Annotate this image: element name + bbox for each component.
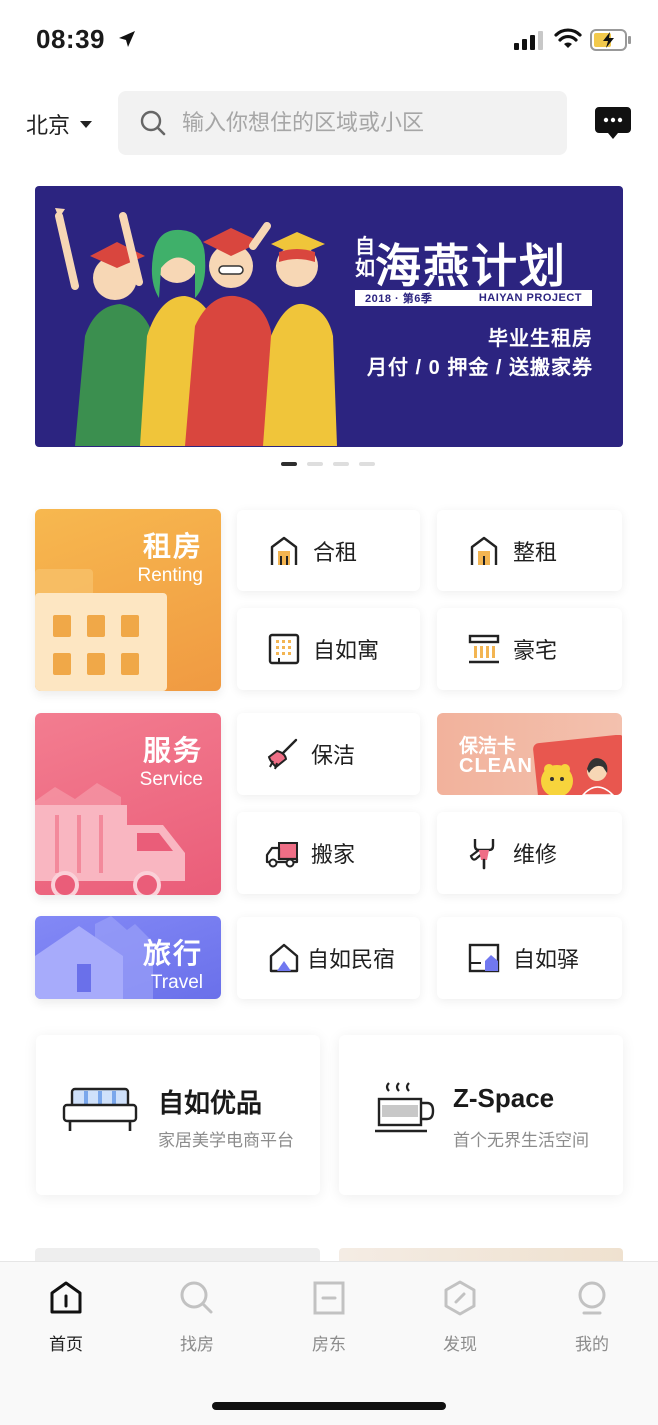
battery-charging-icon [590,29,631,51]
city-label: 北京 [26,113,71,138]
tile-cleaning-label: 保洁 [311,743,356,768]
tile-cleaning[interactable]: 保洁 [237,713,420,795]
promo-z-space-title: Z-Space [453,1083,555,1113]
landlord-icon [313,1281,345,1315]
search-bar[interactable] [118,91,567,155]
tile-inn-label: 自如驿 [513,947,580,972]
truck-icon [265,842,299,868]
category-renting[interactable]: 租房 Renting [35,509,221,691]
status-time: 08:39 [36,24,105,54]
house-icon [470,536,498,565]
category-service-title: 服务 [142,735,203,766]
category-travel-title: 旅行 [142,938,203,969]
broom-icon [267,738,298,770]
coffee-cup-icon [375,1082,435,1133]
building-illustration [35,569,167,691]
banner-page-indicator [281,462,375,466]
promo-ziroom-goods-subtitle: 家居美学电商平台 [158,1131,294,1150]
clean-card-subtitle: CLEAN [459,755,533,777]
banner-title: 海燕计划 [375,240,567,292]
page-dot [359,462,375,466]
tile-whole-rent[interactable]: 整租 [437,510,622,591]
search-input[interactable] [182,110,542,136]
tab-home-label: 首页 [49,1335,83,1354]
category-service[interactable]: 服务 Service [35,713,221,895]
search-icon [140,110,166,136]
category-renting-title: 租房 [142,531,203,562]
tile-moving[interactable]: 搬家 [237,812,420,894]
tab-home[interactable]: 首页 [0,1262,132,1372]
page-dot [281,462,297,466]
tab-discover-label: 发现 [443,1335,477,1354]
tile-homestay[interactable]: 自如民宿 [237,917,420,999]
tile-mansion-label: 豪宅 [513,638,558,663]
tile-ziroom-apartment[interactable]: 自如寓 [237,608,420,690]
promo-ziroom-goods-title: 自如优品 [158,1088,263,1118]
home-indicator [212,1402,446,1410]
banner-line-2: 月付 / 0 押金 / 送搬家券 [366,357,593,379]
promo-ziroom-goods[interactable]: 自如优品 家居美学电商平台 [36,1035,320,1195]
tile-whole-rent-label: 整租 [513,539,558,565]
tile-ziroom-apartment-label: 自如寓 [313,638,380,663]
profile-icon [578,1281,606,1315]
promo-banner[interactable]: 自如 海燕计划 2018 · 第6季 HAIYAN PROJECT 毕业生租房 … [35,186,623,447]
home-icon [50,1281,82,1314]
discover-icon [444,1280,476,1316]
page-dot [307,462,323,466]
banner-strip-right: HAIYAN PROJECT [478,292,582,304]
tab-landlord-label: 房东 [312,1335,346,1354]
category-service-subtitle: Service [139,769,203,790]
chevron-down-icon [80,120,93,128]
banner-strip: 2018 · 第6季 HAIYAN PROJECT [355,290,592,306]
banner-strip-left: 2018 · 第6季 [365,293,433,305]
tab-find-house[interactable]: 找房 [131,1262,263,1372]
category-renting-subtitle: Renting [137,565,204,586]
banner-brand: 自如 [355,236,375,280]
tile-repair[interactable]: 维修 [437,812,622,894]
banner-line-1: 毕业生租房 [488,328,593,350]
city-selector[interactable]: 北京 [26,108,93,140]
tile-mansion[interactable]: 豪宅 [437,608,622,690]
tile-shared-rent[interactable]: 合租 [237,510,420,591]
wrench-icon [469,839,495,870]
clean-card-title: 保洁卡 [459,736,517,757]
moving-truck-illustration [35,783,185,895]
page-dot [333,462,349,466]
message-icon[interactable] [594,105,632,141]
cellular-signal-icon [514,31,543,50]
category-travel[interactable]: 旅行 Travel [35,916,221,999]
search-icon [180,1281,213,1314]
tab-profile[interactable]: 我的 [526,1262,658,1372]
wifi-icon [554,28,582,48]
inn-icon [468,943,500,973]
tile-repair-label: 维修 [513,842,558,867]
tile-inn[interactable]: 自如驿 [437,917,622,999]
clean-card-promo[interactable]: 保洁卡 CLEAN [437,713,622,795]
promo-z-space[interactable]: Z-Space 首个无界生活空间 [339,1035,623,1195]
apartment-building-icon [268,633,300,665]
tab-landlord[interactable]: 房东 [263,1262,395,1372]
homestay-icon [269,943,299,973]
house-icon [270,536,298,565]
graduates-illustration [55,208,337,446]
tab-profile-label: 我的 [575,1335,609,1354]
tab-find-house-label: 找房 [180,1335,214,1354]
sofa-icon [62,1087,138,1131]
mansion-icon [468,634,500,664]
tile-shared-rent-label: 合租 [313,539,358,565]
status-bar: 08:39 [0,0,658,80]
promo-z-space-subtitle: 首个无界生活空间 [453,1131,589,1150]
clean-card-illustration [533,735,622,795]
tab-discover[interactable]: 发现 [394,1262,526,1372]
tile-moving-label: 搬家 [311,842,356,867]
location-arrow-icon [119,31,135,47]
tile-homestay-label: 自如民宿 [307,947,396,972]
category-travel-subtitle: Travel [150,972,203,993]
tab-bar: 首页 找房 房东 发现 我的 [0,1261,658,1425]
